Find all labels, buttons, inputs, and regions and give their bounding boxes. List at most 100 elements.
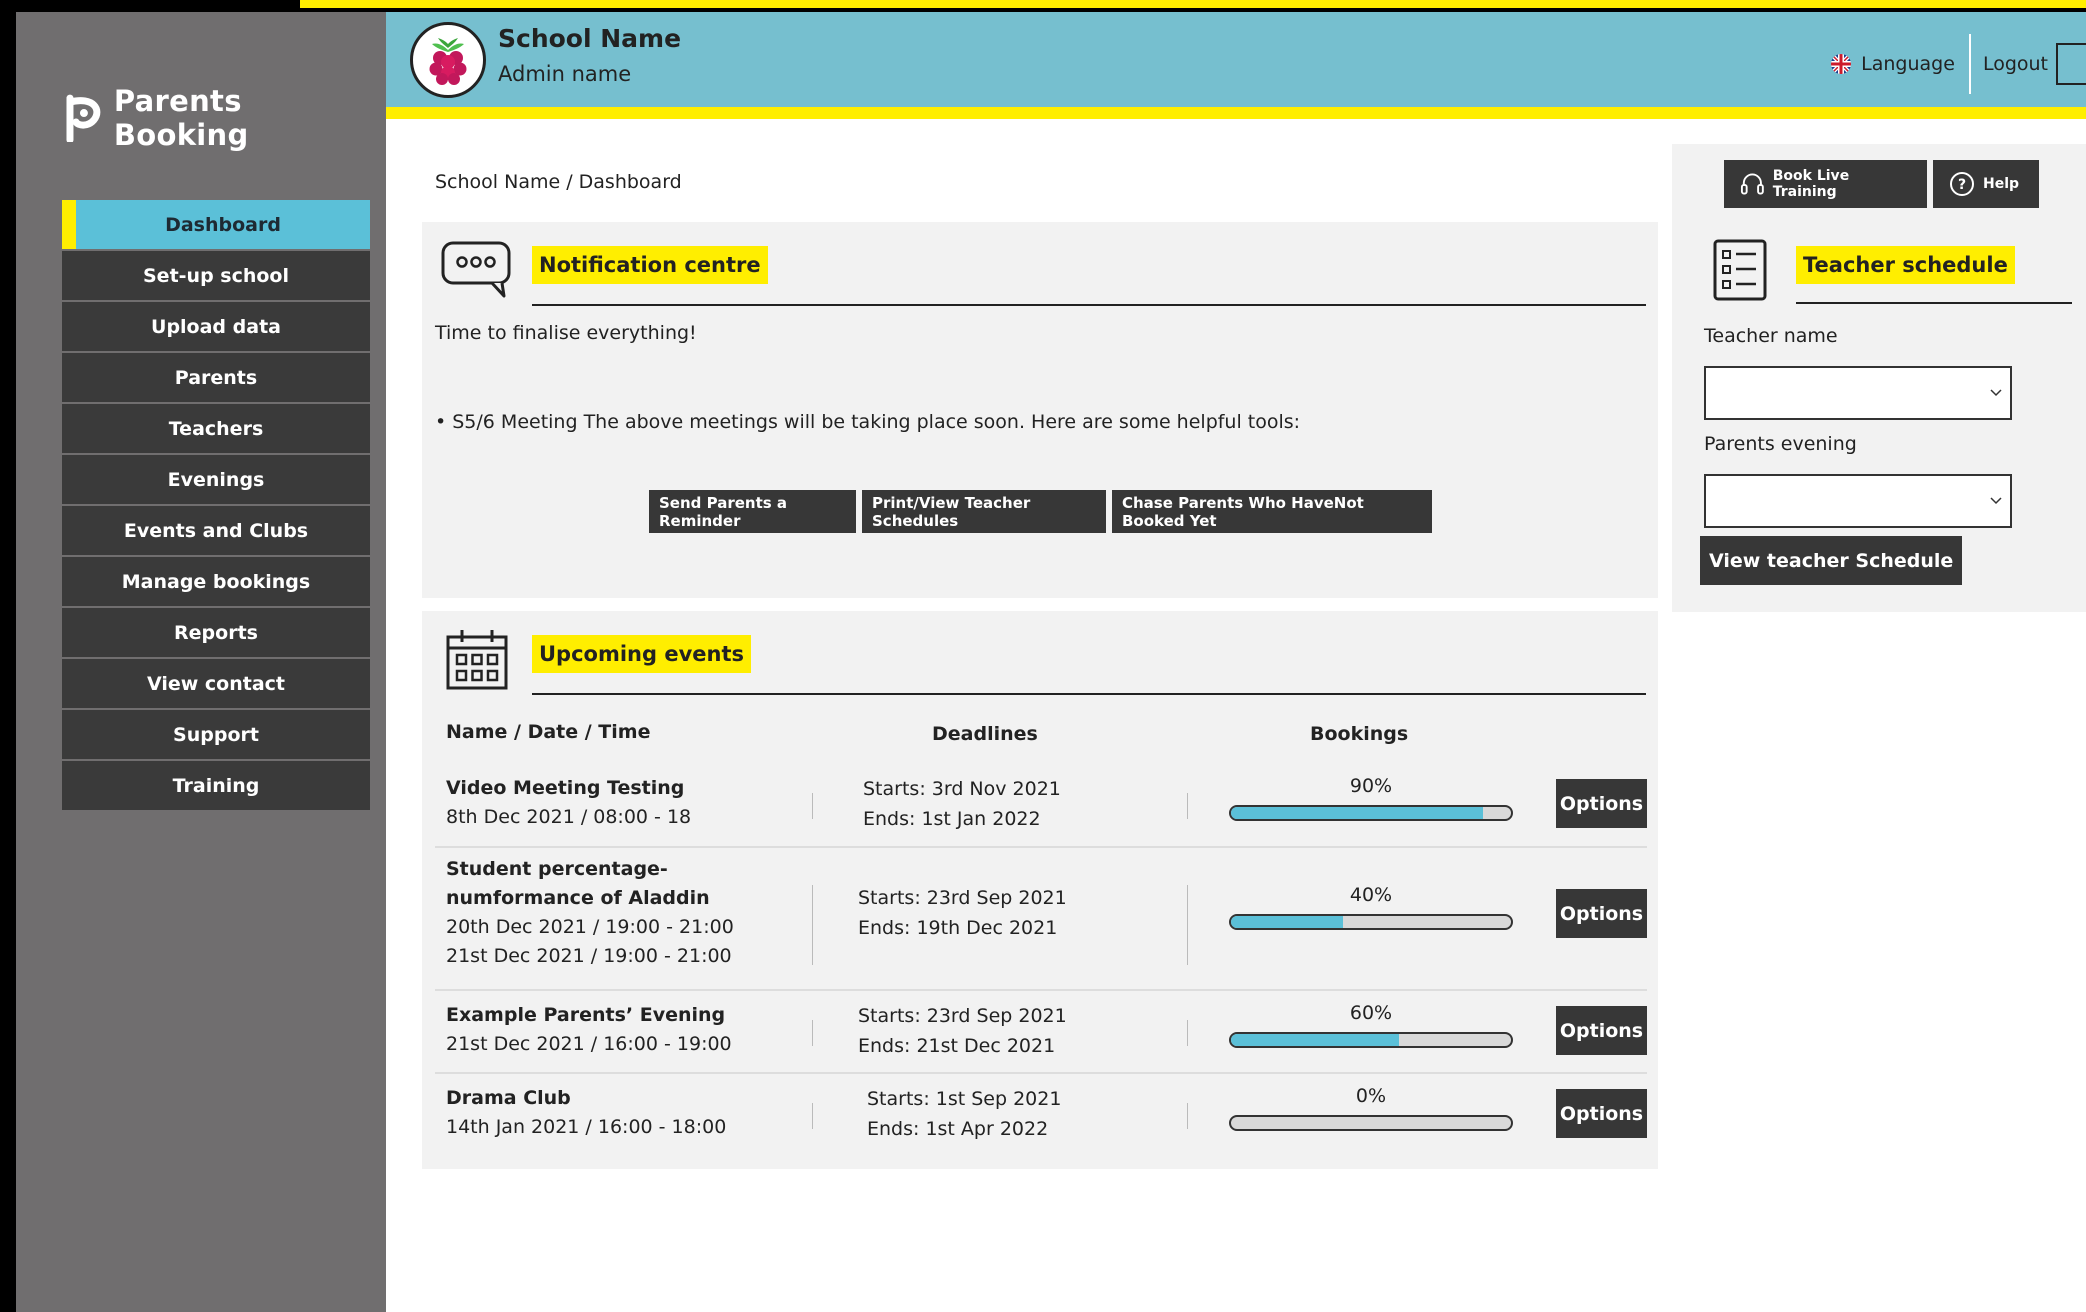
book-live-training-button[interactable]: Book Live Training — [1724, 160, 1927, 208]
deadline-end: Ends: 19th Dec 2021 — [858, 917, 1058, 939]
checklist-icon — [1713, 239, 1767, 301]
event-date: 21st Dec 2021 / 19:00 - 21:00 — [446, 945, 732, 967]
booking-percent: 60% — [1349, 1002, 1393, 1024]
table-row: Student percentage- numformance of Aladd… — [435, 855, 1647, 995]
school-logo — [410, 22, 486, 98]
deadline-end: Ends: 1st Apr 2022 — [867, 1118, 1049, 1140]
meeting-note: • S5/6 Meeting The above meetings will b… — [435, 411, 1301, 433]
view-teacher-schedule-button[interactable]: View teacher Schedule — [1700, 536, 1963, 585]
sidebar-item-events-and-clubs[interactable]: Events and Clubs — [62, 506, 370, 555]
upcoming-events-panel: Upcoming events Name / Date / Time Deadl… — [422, 611, 1658, 1169]
row-separator — [435, 989, 1647, 991]
options-button[interactable]: Options — [1556, 889, 1647, 938]
booking-percent: 40% — [1349, 884, 1393, 906]
booking-progress-bar — [1229, 1032, 1513, 1048]
teacher-schedule-heading: Teacher schedule — [1796, 246, 2015, 284]
cell-divider — [1187, 885, 1188, 965]
cell-divider — [1187, 1020, 1188, 1046]
chat-bubble-icon — [441, 241, 511, 298]
event-name-cell: Video Meeting Testing 8th Dec 2021 / 08:… — [446, 774, 691, 832]
notification-heading: Notification centre — [532, 246, 768, 284]
sidebar-item-evenings[interactable]: Evenings — [62, 455, 370, 504]
cell-divider — [1187, 793, 1188, 819]
teacher-schedule-panel: Book Live Training ? Help Teacher schedu… — [1672, 144, 2086, 612]
event-title: Video Meeting Testing — [446, 777, 685, 799]
table-row: Drama Club 14th Jan 2021 / 16:00 - 18:00… — [435, 1081, 1647, 1161]
sidebar-item-manage-bookings[interactable]: Manage bookings — [62, 557, 370, 606]
teacher-name-label: Teacher name — [1704, 325, 1838, 347]
booking-progress-bar — [1229, 914, 1513, 930]
teacher-schedule-rule — [1796, 302, 2072, 304]
raspberry-icon — [429, 38, 467, 85]
event-name-cell: Drama Club 14th Jan 2021 / 16:00 - 18:00 — [446, 1084, 726, 1142]
column-header-name: Name / Date / Time — [446, 721, 651, 743]
events-rule — [532, 693, 1646, 695]
event-date: 8th Dec 2021 / 08:00 - 18 — [446, 806, 692, 828]
event-title-line-2: numformance of Aladdin — [446, 887, 710, 909]
deadline-start: Starts: 3rd Nov 2021 — [863, 778, 1061, 800]
event-deadlines-cell: Starts: 1st Sep 2021 Ends: 1st Apr 2022 — [867, 1084, 1061, 1144]
teacher-name-select[interactable] — [1704, 366, 2012, 420]
sidebar-item-setup-school[interactable]: Set-up school — [62, 251, 370, 300]
frame-top-accent — [300, 0, 2086, 8]
options-button[interactable]: Options — [1556, 779, 1647, 828]
chase-parents-button[interactable]: Chase Parents Who HaveNot Booked Yet — [1112, 490, 1432, 533]
notification-message: Time to finalise everything! — [435, 322, 697, 344]
help-label: Help — [1983, 176, 2020, 192]
cell-divider — [812, 793, 813, 819]
brand-name: Parents Booking — [113, 84, 249, 152]
sidebar-item-parents[interactable]: Parents — [62, 353, 370, 402]
options-button[interactable]: Options — [1556, 1006, 1647, 1055]
sidebar-item-view-contact[interactable]: View contact — [62, 659, 370, 708]
frame-left-border — [0, 0, 16, 1312]
row-separator — [435, 846, 1647, 848]
parents-evening-label: Parents evening — [1704, 433, 1857, 455]
admin-name: Admin name — [498, 62, 632, 86]
deadline-end: Ends: 1st Jan 2022 — [863, 808, 1041, 830]
event-date: 21st Dec 2021 / 16:00 - 19:00 — [446, 1033, 732, 1055]
language-selector[interactable]: Language — [1831, 53, 1969, 75]
uk-flag-icon — [1831, 54, 1852, 74]
send-reminder-button[interactable]: Send Parents a Reminder — [649, 490, 856, 533]
deadline-start: Starts: 23rd Sep 2021 — [858, 887, 1067, 909]
sidebar-item-support[interactable]: Support — [62, 710, 370, 759]
chevron-down-icon — [1990, 389, 2002, 397]
deadline-start: Starts: 1st Sep 2021 — [867, 1088, 1062, 1110]
event-title: Example Parents’ Evening — [446, 1004, 726, 1026]
column-header-deadlines: Deadlines — [932, 723, 1038, 745]
sidebar-item-teachers[interactable]: Teachers — [62, 404, 370, 453]
sidebar-item-upload-data[interactable]: Upload data — [62, 302, 370, 351]
sidebar: Parents Booking Dashboard Set-up school … — [16, 12, 386, 1312]
parents-evening-select[interactable] — [1704, 474, 2012, 528]
header-stripe — [386, 107, 2086, 119]
notification-centre-panel: Notification centre Time to finalise eve… — [422, 222, 1658, 598]
help-buttons: Book Live Training ? Help — [1724, 160, 2039, 208]
column-header-bookings: Bookings — [1310, 723, 1409, 745]
school-name: School Name — [498, 24, 682, 53]
book-live-training-label: Book Live Training — [1772, 168, 1850, 200]
chevron-down-icon — [1990, 497, 2002, 505]
logout-icon[interactable] — [2056, 43, 2086, 85]
booking-progress-fill — [1231, 1034, 1399, 1046]
sidebar-item-training[interactable]: Training — [62, 761, 370, 810]
language-label: Language — [1861, 53, 1955, 75]
print-teacher-schedules-button[interactable]: Print/View Teacher Schedules — [862, 490, 1106, 533]
help-button[interactable]: ? Help — [1933, 160, 2039, 208]
sidebar-item-dashboard[interactable]: Dashboard — [62, 200, 370, 249]
event-title: Drama Club — [446, 1087, 571, 1109]
logout-link[interactable]: Logout — [1971, 53, 2056, 75]
booking-progress-bar — [1229, 1115, 1513, 1131]
booking-progress-fill — [1231, 807, 1483, 819]
booking-progress-fill — [1231, 916, 1343, 928]
sidebar-item-reports[interactable]: Reports — [62, 608, 370, 657]
header-actions: Language Logout — [1831, 34, 2086, 94]
event-name-cell: Student percentage- numformance of Aladd… — [446, 855, 734, 971]
svg-text:?: ? — [1958, 177, 1966, 193]
top-header: School Name Admin name Language Logout — [386, 12, 2086, 107]
booking-percent: 0% — [1355, 1085, 1387, 1107]
booking-progress-bar — [1229, 805, 1513, 821]
calendar-icon — [446, 630, 508, 690]
brand[interactable]: Parents Booking — [64, 84, 386, 152]
breadcrumb: School Name / Dashboard — [435, 171, 682, 193]
options-button[interactable]: Options — [1556, 1089, 1647, 1138]
